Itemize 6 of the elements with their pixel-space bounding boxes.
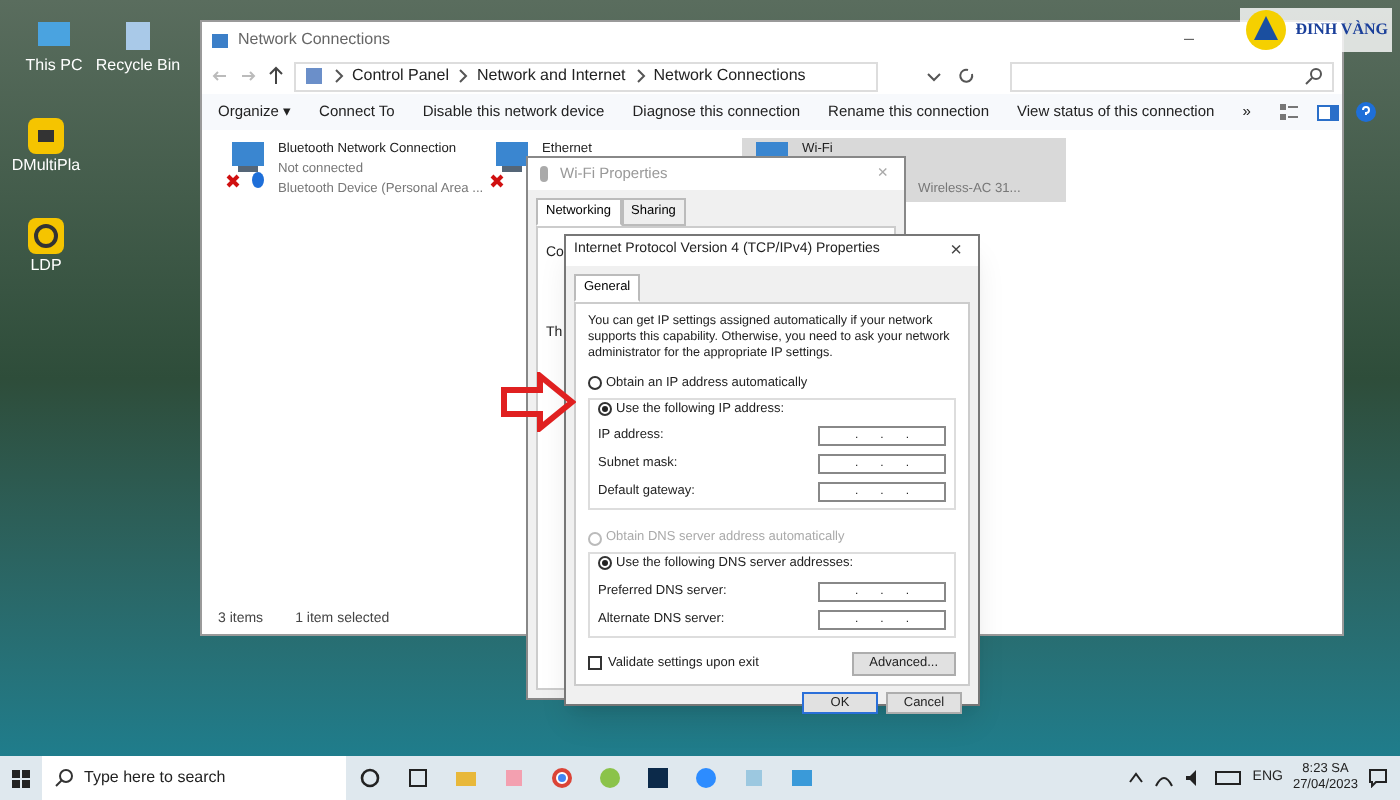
icon-label: DMultiPla: [11, 156, 81, 176]
logo-text: ĐINH VÀNG: [1295, 18, 1388, 42]
icon-label: Recycle Bin: [95, 56, 181, 76]
window-title: Network Connections: [238, 28, 393, 52]
icon-label: This PC: [25, 56, 83, 76]
icon-label: LDP: [30, 256, 62, 276]
